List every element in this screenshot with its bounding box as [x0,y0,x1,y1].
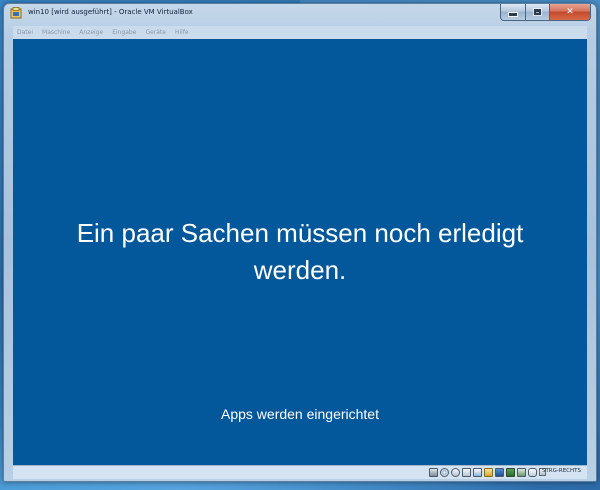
setup-status-text: Apps werden eingerichtet [221,406,379,422]
maximize-icon [533,8,542,16]
status-icons [427,467,537,478]
display-icon[interactable] [495,468,504,477]
caption-buttons: ✕ [500,4,591,21]
title-bar[interactable]: win10 [wird ausgeführt] - Oracle VM Virt… [4,4,596,24]
host-key-label: STRG-RECHTS [541,468,581,474]
menu-hilfe[interactable]: Hilfe [171,29,194,36]
virtualbox-app-icon[interactable] [10,7,22,19]
optical-drive-icon[interactable] [440,468,449,477]
guest-display[interactable]: Ein paar Sachen müssen noch erledigt wer… [13,39,587,465]
window-title: win10 [wird ausgeführt] - Oracle VM Virt… [28,8,193,16]
network-icon[interactable] [462,468,471,477]
minimize-icon [508,12,518,17]
audio-icon[interactable] [451,468,460,477]
status-bar: STRG-RECHTS [13,465,587,479]
menu-maschine[interactable]: Maschine [38,29,75,36]
cpu-icon[interactable] [517,468,526,477]
mouse-integration-icon[interactable] [528,468,537,477]
video-capture-icon[interactable] [506,468,515,477]
shared-folder-icon[interactable] [484,468,493,477]
menu-geraete[interactable]: Geräte [141,29,171,36]
minimize-button[interactable] [500,4,525,21]
setup-heading: Ein paar Sachen müssen noch erledigt wer… [76,218,524,285]
usb-icon[interactable] [473,468,482,477]
menu-datei[interactable]: Datei [13,29,38,36]
close-button[interactable]: ✕ [549,4,591,21]
close-icon: ✕ [566,6,574,17]
menu-bar: Datei Maschine Anzeige Eingabe Geräte Hi… [13,26,587,39]
maximize-button[interactable] [525,4,549,21]
virtualbox-window: win10 [wird ausgeführt] - Oracle VM Virt… [3,3,597,482]
menu-eingabe[interactable]: Eingabe [108,29,141,36]
menu-anzeige[interactable]: Anzeige [75,29,108,36]
hard-disk-icon[interactable] [429,468,438,477]
